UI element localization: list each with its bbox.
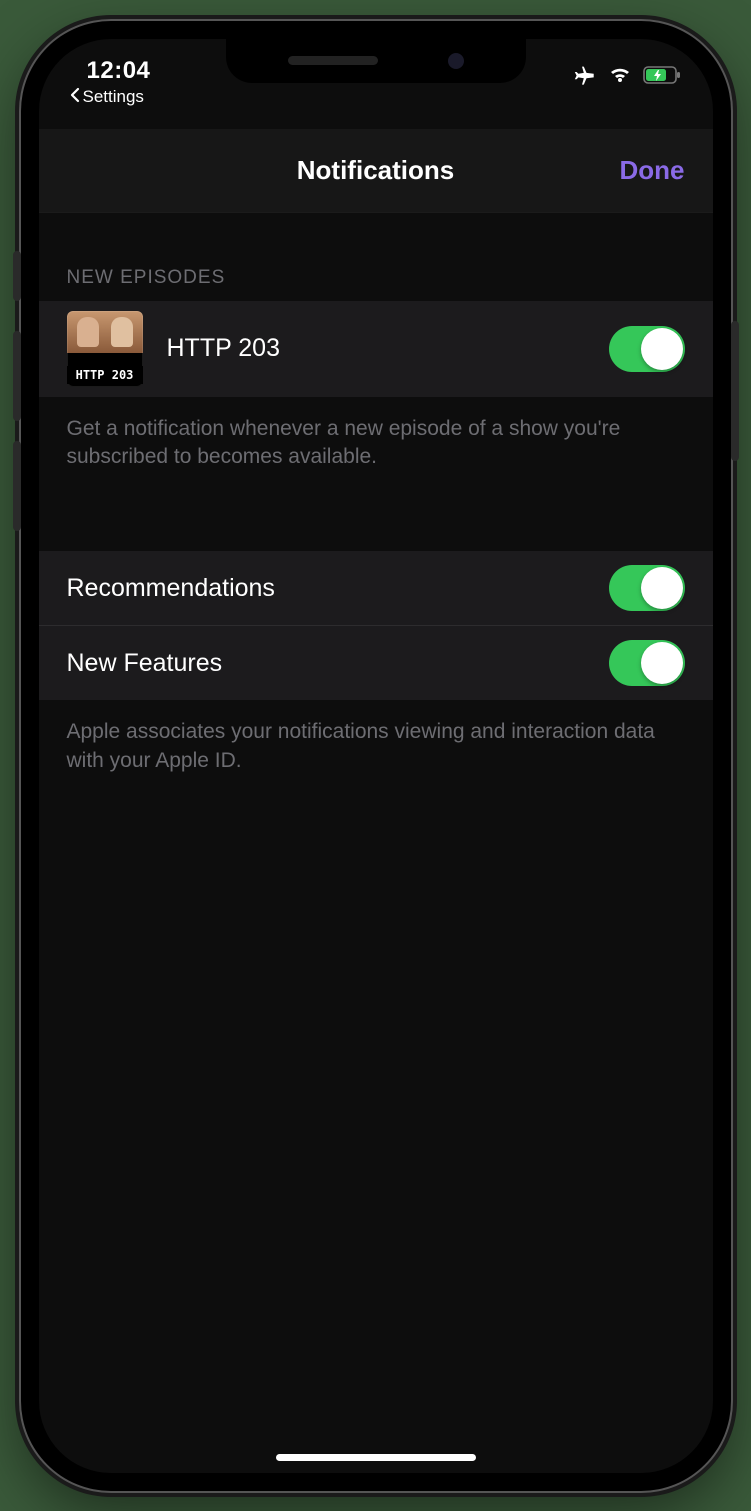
breadcrumb-label: Settings bbox=[83, 87, 144, 107]
new-episodes-list: HTTP 203 HTTP 203 bbox=[39, 301, 713, 397]
mute-switch[interactable] bbox=[13, 251, 21, 301]
breadcrumb-back[interactable]: Settings bbox=[69, 87, 151, 108]
phone-frame: 12:04 Settings bbox=[21, 21, 731, 1491]
general-list: Recommendations New Features bbox=[39, 551, 713, 700]
volume-up-button[interactable] bbox=[13, 331, 21, 421]
row-label-recommendations: Recommendations bbox=[67, 574, 585, 603]
podcast-row-http-203[interactable]: HTTP 203 HTTP 203 bbox=[39, 301, 713, 397]
new-episodes-footer: Get a notification whenever a new episod… bbox=[39, 397, 713, 490]
speaker-grille bbox=[288, 56, 378, 65]
row-label-new-features: New Features bbox=[67, 649, 585, 678]
nav-bar: Notifications Done bbox=[39, 129, 713, 213]
screen: 12:04 Settings bbox=[39, 39, 713, 1473]
section-header-new-episodes: NEW EPISODES bbox=[39, 213, 713, 301]
volume-down-button[interactable] bbox=[13, 441, 21, 531]
row-recommendations[interactable]: Recommendations bbox=[39, 551, 713, 625]
wifi-icon bbox=[607, 65, 633, 85]
notch bbox=[226, 39, 526, 83]
section-spacer bbox=[39, 489, 713, 551]
status-time: 12:04 bbox=[69, 57, 151, 85]
podcast-title: HTTP 203 bbox=[167, 334, 585, 363]
row-new-features[interactable]: New Features bbox=[39, 625, 713, 700]
content-area: NEW EPISODES HTTP 203 HTTP 203 Get a not… bbox=[39, 213, 713, 793]
done-button[interactable]: Done bbox=[620, 155, 685, 186]
general-footer: Apple associates your notifications view… bbox=[39, 700, 713, 793]
airplane-icon bbox=[573, 63, 597, 87]
front-camera bbox=[448, 53, 464, 69]
toggle-recommendations[interactable] bbox=[609, 565, 685, 611]
toggle-new-features[interactable] bbox=[609, 640, 685, 686]
battery-charging-icon bbox=[643, 65, 683, 85]
podcast-artwork: HTTP 203 bbox=[67, 311, 143, 387]
power-button[interactable] bbox=[731, 321, 739, 461]
toggle-http-203[interactable] bbox=[609, 326, 685, 372]
home-indicator[interactable] bbox=[276, 1454, 476, 1461]
chevron-left-icon bbox=[69, 87, 81, 108]
page-title: Notifications bbox=[297, 155, 454, 186]
podcast-artwork-caption: HTTP 203 bbox=[67, 366, 143, 384]
